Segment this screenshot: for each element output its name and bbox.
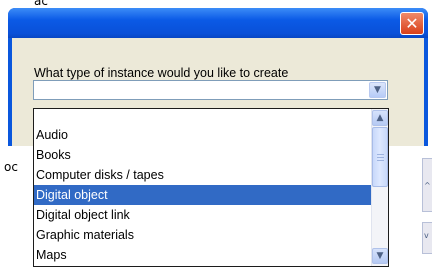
background-down-arrow-icon: v — [424, 231, 429, 240]
scroll-up-button[interactable]: ▲ — [372, 110, 388, 126]
list-item[interactable]: Computer disks / tapes — [34, 165, 373, 185]
combobox-dropdown-button[interactable]: ▼ — [369, 82, 386, 98]
instance-type-combobox[interactable]: ▼ — [33, 80, 388, 100]
scroll-down-button[interactable]: ▼ — [372, 248, 388, 264]
close-icon: ✕ — [405, 13, 419, 33]
instance-type-list[interactable]: Audio Books Computer disks / tapes Digital … — [33, 108, 389, 267]
chevron-down-icon: ▼ — [374, 85, 381, 95]
close-button[interactable]: ✕ — [400, 12, 424, 35]
scroll-thumb[interactable] — [372, 127, 388, 187]
instance-type-prompt: What type of instance would you like to … — [34, 66, 289, 80]
list-item[interactable]: Maps — [34, 245, 373, 265]
list-item[interactable] — [34, 109, 373, 125]
list-item[interactable]: Digital object link — [34, 205, 373, 225]
dialog-titlebar[interactable]: ✕ — [8, 8, 428, 38]
background-label-fragment: oc — [4, 160, 18, 174]
background-text: ac — [34, 0, 48, 8]
list-scrollbar[interactable]: ▲ ▼ — [371, 109, 388, 266]
background-scrollbar[interactable]: ^ — [422, 158, 432, 212]
background-up-arrow-icon: ^ — [424, 181, 431, 190]
background-scrollbar-lower[interactable]: v — [422, 222, 432, 254]
scroll-down-icon: ▼ — [376, 251, 384, 261]
list-item[interactable]: Audio — [34, 125, 373, 145]
list-item[interactable]: Digital object — [34, 185, 373, 205]
list-item[interactable]: Graphic materials — [34, 225, 373, 245]
list-item[interactable]: Books — [34, 145, 373, 165]
scroll-up-icon: ▲ — [376, 113, 384, 123]
